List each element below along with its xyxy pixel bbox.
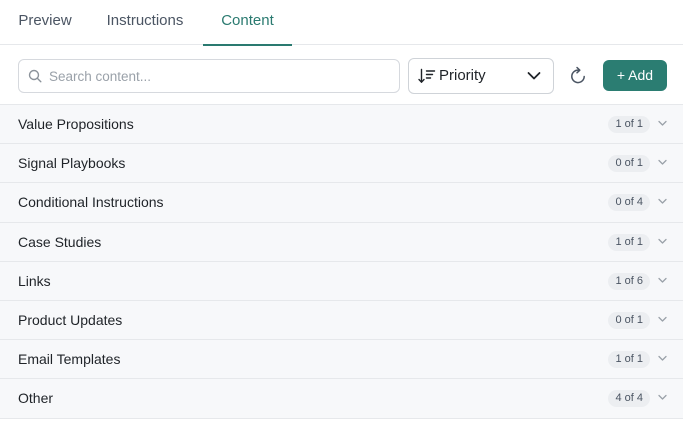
search-box — [18, 59, 400, 93]
section-row-value-propositions[interactable]: Value Propositions 1 of 1 — [0, 105, 683, 145]
section-row-conditional-instructions[interactable]: Conditional Instructions 0 of 4 — [0, 183, 683, 223]
section-row-other[interactable]: Other 4 of 4 — [0, 379, 683, 419]
chevron-down-icon — [658, 238, 667, 244]
chevron-down-icon — [658, 355, 667, 361]
add-button[interactable]: + Add — [603, 60, 667, 91]
search-icon — [28, 69, 42, 83]
search-input[interactable] — [49, 60, 389, 92]
section-row-email-templates[interactable]: Email Templates 1 of 1 — [0, 340, 683, 380]
section-label: Conditional Instructions — [18, 194, 164, 211]
chevron-down-icon — [658, 316, 667, 322]
tab-preview[interactable]: Preview — [17, 0, 73, 45]
sort-descending-icon — [418, 68, 436, 83]
section-label: Other — [18, 390, 54, 407]
sort-value: Priority — [439, 67, 486, 84]
section-row-case-studies[interactable]: Case Studies 1 of 1 — [0, 222, 683, 262]
section-row-product-updates[interactable]: Product Updates 0 of 1 — [0, 300, 683, 341]
chevron-down-icon — [658, 277, 667, 283]
count-badge: 0 of 1 — [608, 155, 650, 173]
tab-content[interactable]: Content — [203, 0, 292, 46]
count-badge: 0 of 1 — [608, 311, 650, 329]
count-badge: 4 of 4 — [608, 390, 650, 408]
section-label: Signal Playbooks — [18, 155, 126, 172]
chevron-down-icon — [658, 120, 667, 126]
section-label: Email Templates — [18, 351, 121, 368]
tab-bar: Preview Instructions Content — [0, 0, 683, 46]
chevron-down-icon — [658, 160, 667, 165]
section-label: Case Studies — [18, 233, 102, 250]
sort-select[interactable]: Priority — [408, 58, 554, 94]
chevron-down-icon — [527, 72, 541, 80]
section-row-links[interactable]: Links 1 of 6 — [0, 261, 683, 301]
count-badge: 1 of 1 — [608, 116, 650, 133]
count-badge: 1 of 1 — [608, 351, 650, 369]
content-section-list: Value Propositions 1 of 1 Signal Playboo… — [0, 104, 683, 419]
chevron-down-icon — [658, 199, 667, 205]
section-label: Product Updates — [18, 311, 123, 328]
count-badge: 1 of 6 — [608, 272, 650, 290]
tab-instructions[interactable]: Instructions — [101, 0, 189, 45]
refresh-icon[interactable] — [567, 65, 589, 87]
section-label: Value Propositions — [18, 116, 134, 132]
section-label: Links — [18, 272, 51, 289]
count-badge: 1 of 1 — [608, 233, 650, 251]
count-badge: 0 of 4 — [608, 194, 650, 212]
section-row-signal-playbooks[interactable]: Signal Playbooks 0 of 1 — [0, 144, 683, 184]
chevron-down-icon — [658, 395, 667, 400]
